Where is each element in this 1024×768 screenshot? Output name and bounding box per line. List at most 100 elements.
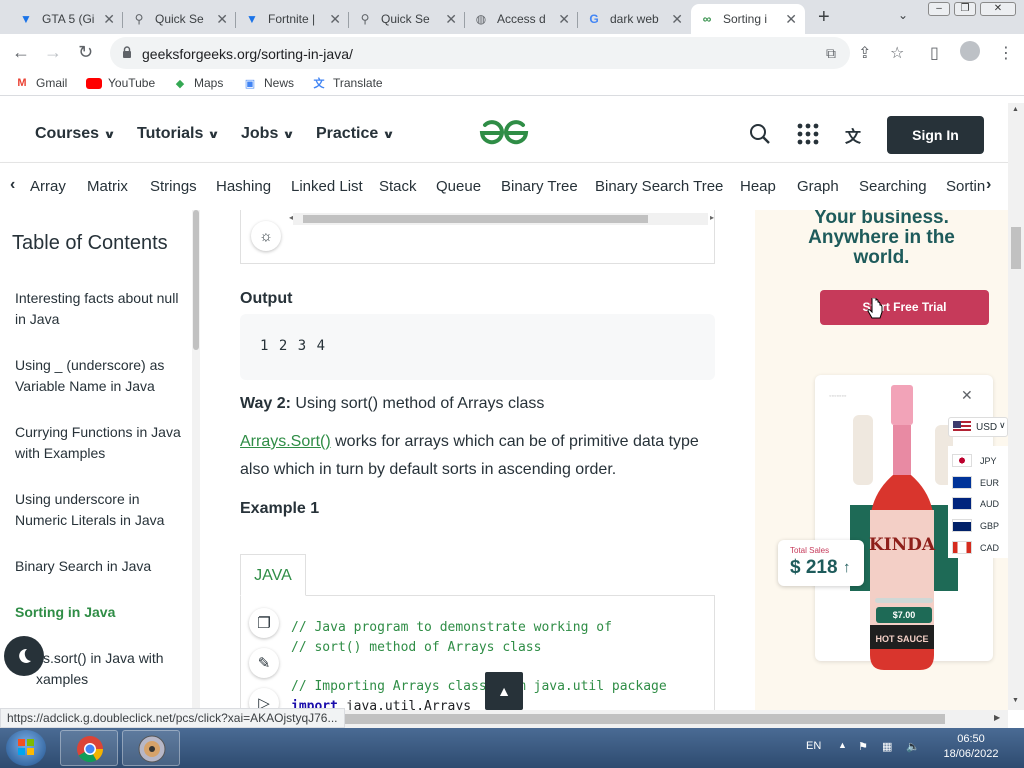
window-close-button[interactable]: ✕ <box>980 2 1016 16</box>
apps-grid-icon[interactable] <box>797 123 819 145</box>
topic-stack[interactable]: Stack <box>379 178 417 195</box>
topic-searching[interactable]: Searching <box>859 178 927 195</box>
lock-icon <box>123 46 131 58</box>
nav-jobs[interactable]: Jobs ∨ <box>241 125 295 143</box>
translate-page-icon[interactable]: ⧉ <box>826 45 836 62</box>
topic-sorting[interactable]: Sortin <box>946 178 985 195</box>
close-icon[interactable]: ✕ <box>671 11 683 28</box>
start-free-trial-button[interactable]: Start Free Trial <box>820 290 989 325</box>
close-icon[interactable]: ✕ <box>445 11 457 28</box>
topic-matrix[interactable]: Matrix <box>87 178 128 195</box>
youtube-icon <box>86 76 102 90</box>
tab-java[interactable]: JAVA <box>240 554 306 596</box>
toc-item[interactable]: Interesting facts about null in Java <box>15 288 185 330</box>
bookmark-maps[interactable]: ◆ Maps <box>172 76 224 90</box>
minimize-button[interactable]: – <box>928 2 950 16</box>
nav-tutorials[interactable]: Tutorials ∨ <box>137 125 220 143</box>
tab-sorting-active[interactable]: ∞ Sorting i ✕ <box>691 4 805 34</box>
run-play-icon[interactable]: ▷ <box>249 688 279 710</box>
toc-item[interactable]: Binary Search in Java <box>15 556 185 577</box>
currency-option[interactable]: EUR <box>952 476 999 489</box>
toc-item[interactable]: Currying Functions in Java with Examples <box>15 422 185 464</box>
tab-dark-web[interactable]: G dark web ✕ <box>578 4 691 34</box>
toc-item[interactable]: ys.sort() in Java with xamples <box>36 648 186 690</box>
tab-access[interactable]: ◍ Access d ✕ <box>465 4 578 34</box>
toc-item-active[interactable]: Sorting in Java <box>15 602 185 623</box>
chrome-taskbar-button[interactable] <box>60 730 118 766</box>
bookmark-star-icon[interactable]: ☆ <box>890 43 904 63</box>
toc-scrollbar[interactable] <box>192 210 200 710</box>
tab-quick-search-2[interactable]: ⚲ Quick Se ✕ <box>349 4 465 34</box>
bookmark-translate[interactable]: 文 Translate <box>311 76 383 90</box>
address-bar[interactable]: geeksforgeeks.org/sorting-in-java/ ⧉ <box>110 37 850 69</box>
restore-button[interactable]: ❐ <box>954 2 976 16</box>
new-tab-button[interactable]: + <box>818 6 830 29</box>
search-icon[interactable] <box>749 123 771 145</box>
start-button[interactable] <box>6 730 46 766</box>
close-icon[interactable]: ✕ <box>785 11 797 28</box>
topic-binary-tree[interactable]: Binary Tree <box>501 178 578 195</box>
share-icon[interactable]: ⇪ <box>858 43 871 63</box>
topic-heap[interactable]: Heap <box>740 178 776 195</box>
nav-practice[interactable]: Practice ∨ <box>316 125 395 143</box>
volume-icon[interactable]: 🔈 <box>906 740 920 753</box>
copy-icon[interactable]: ❐ <box>249 608 279 638</box>
bookmark-news[interactable]: ▣ News <box>242 76 294 90</box>
dark-mode-toggle[interactable] <box>4 636 44 676</box>
currency-option[interactable]: GBP <box>952 519 999 532</box>
scroll-to-top-button[interactable]: ▲ <box>485 672 523 710</box>
topic-array[interactable]: Array <box>30 178 66 195</box>
menu-kebab-icon[interactable]: ⋮ <box>998 43 1014 63</box>
arrays-sort-paragraph: Arrays.Sort() works for arrays which can… <box>240 433 699 478</box>
disc-icon <box>138 735 166 763</box>
tab-search-chevron-icon[interactable]: ⌄ <box>898 8 908 22</box>
forward-arrow-icon[interactable]: → <box>44 42 62 63</box>
side-panel-icon[interactable]: ▯ <box>930 43 939 63</box>
ad-column: Your business. Anywhere in the world. St… <box>755 210 1008 710</box>
arrays-sort-link[interactable]: Arrays.Sort() <box>240 433 331 450</box>
tab-quick-search-1[interactable]: ⚲ Quick Se ✕ <box>123 4 236 34</box>
toc-item[interactable]: Using _ (underscore) as Variable Name in… <box>15 355 185 397</box>
close-icon[interactable]: ✕ <box>216 11 228 28</box>
currency-option[interactable]: JPY <box>952 454 997 467</box>
close-icon[interactable]: ✕ <box>558 11 570 28</box>
close-icon[interactable]: ✕ <box>329 11 341 28</box>
close-icon[interactable]: ✕ <box>961 387 973 404</box>
topic-graph[interactable]: Graph <box>797 178 839 195</box>
tab-gta5[interactable]: ▼ GTA 5 (Gi ✕ <box>10 4 123 34</box>
show-hidden-icons-icon[interactable]: ▲ <box>838 740 847 750</box>
topic-strings[interactable]: Strings <box>150 178 197 195</box>
topic-linked-list[interactable]: Linked List <box>291 178 363 195</box>
topic-hashing[interactable]: Hashing <box>216 178 271 195</box>
theme-sun-icon[interactable]: ☼ <box>251 221 281 251</box>
chevron-right-icon[interactable]: › <box>986 176 991 194</box>
edit-pencil-icon[interactable]: ✎ <box>249 648 279 678</box>
currency-option[interactable]: AUD <box>952 497 999 510</box>
page-vertical-scrollbar[interactable]: ▲ ▼ <box>1008 103 1024 710</box>
reload-icon[interactable]: ↻ <box>78 42 93 63</box>
sign-in-button[interactable]: Sign In <box>887 116 984 154</box>
language-indicator[interactable]: EN <box>806 740 821 752</box>
toc-item[interactable]: Using underscore in Numeric Literals in … <box>15 489 185 531</box>
currency-option[interactable]: CAD <box>952 541 999 554</box>
action-center-icon[interactable]: ⚑ <box>858 740 868 753</box>
example-heading: Example 1 <box>240 500 320 517</box>
nav-courses[interactable]: Courses ∨ <box>35 125 116 143</box>
language-icon[interactable]: 文 <box>845 123 861 147</box>
back-arrow-icon[interactable]: ← <box>12 42 30 63</box>
code-hscrollbar[interactable]: ◂ ▸ <box>289 213 714 225</box>
system-clock[interactable]: 06:50 18/06/2022 <box>936 732 1006 762</box>
chevron-left-icon[interactable]: ‹ <box>10 176 15 194</box>
currency-select[interactable]: USD ∨ <box>948 417 1008 437</box>
gfg-logo[interactable] <box>476 117 532 149</box>
tab-fortnite[interactable]: ▼ Fortnite | ✕ <box>236 4 349 34</box>
bookmark-gmail[interactable]: M Gmail <box>14 76 67 90</box>
network-icon[interactable]: ▦ <box>882 740 892 753</box>
close-icon[interactable]: ✕ <box>103 11 115 28</box>
topic-bst[interactable]: Binary Search Tree <box>595 178 723 195</box>
media-player-taskbar-button[interactable] <box>122 730 180 766</box>
gb-flag-icon <box>952 519 972 532</box>
bookmark-youtube[interactable]: YouTube <box>86 76 155 90</box>
profile-avatar[interactable] <box>960 41 980 61</box>
topic-queue[interactable]: Queue <box>436 178 481 195</box>
